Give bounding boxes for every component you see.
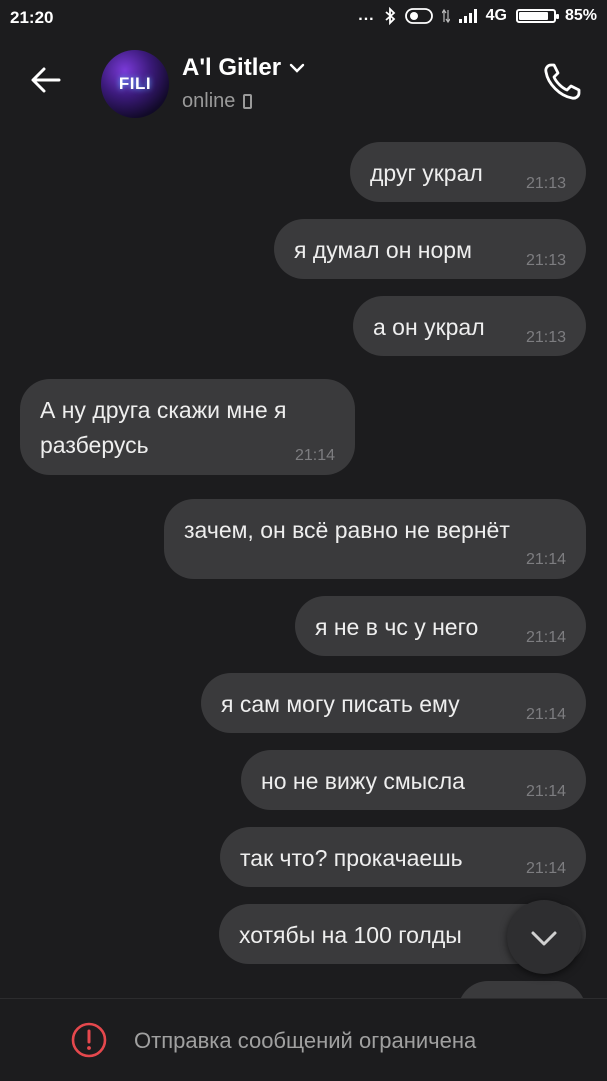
message-time: 21:13 xyxy=(525,175,566,192)
avatar-text: FILI xyxy=(118,74,152,93)
restriction-notice: Отправка сообщений ограничена xyxy=(134,1028,477,1053)
message-bubble[interactable]: зачем, он всё равно не вернёт 21:14 xyxy=(164,499,586,579)
warning-circle-icon xyxy=(71,1022,107,1058)
message-bubble[interactable]: я сам могу писать ему 21:14 xyxy=(201,673,586,733)
bluetooth-icon xyxy=(385,7,395,25)
scroll-to-bottom-button[interactable] xyxy=(507,900,581,974)
message-text: но не вижу смысла xyxy=(261,768,465,794)
message-bubble-incoming[interactable]: А ну друга скажи мне я разберусь 21:14 xyxy=(20,379,355,475)
chevron-down-icon xyxy=(531,931,557,946)
message-text: я сам могу писать ему xyxy=(221,691,460,717)
data-arrows-icon xyxy=(441,8,450,24)
message-bubble[interactable]: я думал он норм 21:13 xyxy=(274,219,586,279)
message-text: а он украл xyxy=(373,314,485,340)
message-bubble[interactable]: но не вижу смысла 21:14 xyxy=(241,750,586,810)
contact-status: online xyxy=(182,90,236,112)
message-time: 21:14 xyxy=(525,783,566,800)
message-time: 21:14 xyxy=(525,706,566,723)
message-time: 21:13 xyxy=(525,329,566,346)
message-time: 21:14 xyxy=(294,447,335,464)
message-text: зачем, он всё равно не вернёт xyxy=(184,517,510,543)
contact-status-row: online xyxy=(182,90,253,113)
composer-restricted-bar: Отправка сообщений ограничена xyxy=(0,998,607,1081)
message-bubble[interactable]: друг украл 21:13 xyxy=(350,142,586,202)
message-text: так что? прокачаешь xyxy=(240,845,463,871)
message-time: 21:14 xyxy=(525,551,566,568)
message-bubble[interactable]: а он украл 21:13 xyxy=(353,296,586,356)
battery-percent: 85% xyxy=(564,7,597,24)
status-time: 21:20 xyxy=(10,8,54,27)
message-text: я думал он норм xyxy=(294,237,472,263)
message-text: хотябы на 100 голды xyxy=(239,922,462,948)
message-bubble[interactable]: я не в чс у него 21:14 xyxy=(295,596,586,656)
message-text: друг украл xyxy=(370,160,483,186)
more-dots-icon: ... xyxy=(358,7,375,24)
avatar[interactable]: FILI xyxy=(101,50,169,118)
signal-icon xyxy=(458,9,477,23)
message-time: 21:13 xyxy=(525,252,566,269)
status-bar: 21:20 ... 4G 85% xyxy=(0,0,607,36)
back-arrow-icon[interactable] xyxy=(28,62,64,98)
toggle-icon xyxy=(404,8,433,24)
contact-name: A'l Gitler xyxy=(182,54,282,81)
chat-header: FILI A'l Gitler online xyxy=(0,36,607,132)
phone-call-icon[interactable] xyxy=(540,60,584,104)
network-type: 4G xyxy=(485,7,507,24)
message-time: 21:14 xyxy=(525,629,566,646)
status-icons: ... 4G 85% xyxy=(358,7,597,25)
chevron-down-icon xyxy=(289,63,305,73)
battery-icon xyxy=(515,9,559,23)
contact-name-row[interactable]: A'l Gitler xyxy=(182,54,305,82)
message-text: я не в чс у него xyxy=(315,614,479,640)
message-bubble[interactable]: так что? прокачаешь 21:14 xyxy=(220,827,586,887)
message-time: 21:14 xyxy=(525,860,566,877)
mobile-device-icon xyxy=(243,94,253,109)
